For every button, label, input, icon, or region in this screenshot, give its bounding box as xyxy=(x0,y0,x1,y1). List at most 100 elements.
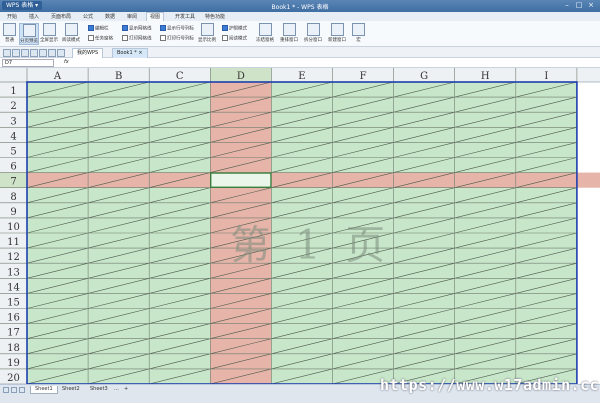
highlight-row xyxy=(27,172,600,188)
close-tab-icon[interactable]: × xyxy=(138,50,142,56)
maximize-button[interactable]: □ xyxy=(574,1,584,10)
checkbox-icon xyxy=(122,25,128,31)
dropdown-icon[interactable] xyxy=(57,49,65,57)
checkbox-icon xyxy=(88,35,94,41)
column-header-C: C xyxy=(176,71,184,82)
new-window-icon xyxy=(330,23,344,36)
undo-icon[interactable] xyxy=(39,49,47,57)
page-break-preview-button[interactable]: 分页预览 xyxy=(19,23,39,45)
row-header-14: 14 xyxy=(7,282,20,293)
row-header-16: 16 xyxy=(7,313,20,324)
row-header-17: 17 xyxy=(7,328,20,339)
outside-print-area xyxy=(576,82,600,384)
tab-developer[interactable]: 开发工具 xyxy=(172,13,198,21)
arrange-window-button[interactable]: 重排窗口 xyxy=(280,23,298,43)
new-window-button[interactable]: 新建窗口 xyxy=(328,23,346,43)
tab-formula[interactable]: 公式 xyxy=(80,13,96,21)
add-sheet-button[interactable]: + xyxy=(120,386,132,393)
new-file-icon[interactable] xyxy=(3,49,11,57)
column-header-B: B xyxy=(115,71,122,82)
check-reading-mode[interactable]: 阅读模式 xyxy=(222,35,247,42)
row-header-10: 10 xyxy=(7,222,20,233)
spreadsheet-grid[interactable]: A B C D E F G H I1234567891011121314151617181920… xyxy=(0,68,600,384)
name-box[interactable]: D7 xyxy=(2,59,54,67)
row-header-19: 19 xyxy=(7,358,20,369)
checkbox-icon xyxy=(88,25,94,31)
column-header-G: G xyxy=(420,71,428,82)
zoom-button[interactable]: 显示比例 xyxy=(198,23,216,43)
check-eye-care[interactable]: 护眼模式 xyxy=(222,25,247,32)
row-header-1: 1 xyxy=(10,86,16,97)
close-button[interactable]: × xyxy=(586,1,596,10)
checkbox-icon xyxy=(122,35,128,41)
reading-mode-icon xyxy=(64,23,78,36)
column-header-F: F xyxy=(360,71,367,82)
tab-page-layout[interactable]: 页面布局 xyxy=(48,13,74,21)
first-sheet-icon[interactable] xyxy=(3,387,9,393)
check-print-headers[interactable]: 打印行号列标 xyxy=(160,35,194,42)
formula-bar: D7 fx xyxy=(0,58,600,68)
redo-icon[interactable] xyxy=(48,49,56,57)
quick-access-bar: 我的WPS Book1 * × xyxy=(0,47,600,58)
column-header-A: A xyxy=(53,71,62,82)
tab-insert[interactable]: 插入 xyxy=(26,13,42,21)
row-header-5: 5 xyxy=(10,147,16,158)
row-header-3: 3 xyxy=(10,116,16,127)
minimize-button[interactable]: – xyxy=(562,1,572,10)
macro-icon xyxy=(352,23,365,36)
check-task-pane[interactable]: 任务窗格 xyxy=(88,35,113,42)
check-formula-bar[interactable]: 编辑栏 xyxy=(88,25,109,32)
macro-button[interactable]: 宏 xyxy=(352,23,365,43)
column-header-I: I xyxy=(544,71,548,82)
print-icon[interactable] xyxy=(30,49,38,57)
spreadsheet-area[interactable]: A B C D E F G H I 1 2 3 4 5 6 7 8 9 10 11 12 13 14 15 16 17 18 19 20… xyxy=(0,68,600,384)
fullscreen-button[interactable]: 全屏显示 xyxy=(40,23,58,43)
next-sheet-icon[interactable] xyxy=(19,387,25,393)
row-header-18: 18 xyxy=(7,343,20,354)
column-header-D: D xyxy=(237,71,245,82)
tab-data[interactable]: 数据 xyxy=(102,13,118,21)
checkbox-icon xyxy=(160,35,166,41)
sheet-tab-3[interactable]: Sheet3 xyxy=(86,386,112,393)
row-header-11: 11 xyxy=(7,237,20,248)
row-header-6: 6 xyxy=(10,162,16,173)
freeze-panes-icon xyxy=(258,23,272,36)
check-show-headers[interactable]: 显示行号列标 xyxy=(160,25,194,32)
window-title: Book1 * - WPS 表格 xyxy=(271,4,329,11)
column-header-E: E xyxy=(298,71,305,82)
row-header-4: 4 xyxy=(10,131,16,142)
split-window-button[interactable]: 拆分窗口 xyxy=(304,23,322,43)
normal-view-button[interactable]: 普通 xyxy=(3,23,16,43)
fx-icon[interactable]: fx xyxy=(64,59,69,65)
sheet-tab-2[interactable]: Sheet2 xyxy=(58,386,84,393)
row-header-9: 9 xyxy=(10,207,16,218)
column-header-H: H xyxy=(481,71,490,82)
checkbox-icon xyxy=(160,25,166,31)
tab-review[interactable]: 审阅 xyxy=(124,13,140,21)
freeze-panes-button[interactable]: 冻结窗格 xyxy=(256,23,274,43)
row-header-8: 8 xyxy=(10,192,16,203)
reading-mode-button[interactable]: 阅读模式 xyxy=(62,23,80,43)
save-icon[interactable] xyxy=(21,49,29,57)
open-file-icon[interactable] xyxy=(12,49,20,57)
doc-tab-my-wps[interactable]: 我的WPS xyxy=(72,48,104,58)
split-window-icon xyxy=(306,23,320,36)
normal-view-icon xyxy=(3,23,16,36)
tab-special[interactable]: 特色功能 xyxy=(202,13,228,21)
checkbox-icon xyxy=(222,35,228,41)
row-header-20: 20 xyxy=(7,373,20,384)
check-show-gridlines[interactable]: 显示网格线 xyxy=(122,25,152,32)
tab-start[interactable]: 开始 xyxy=(4,13,20,21)
title-bar: WPS 表格 ▾ Book1 * - WPS 表格 – □ × xyxy=(0,0,600,12)
row-header-13: 13 xyxy=(7,267,20,278)
check-print-gridlines[interactable]: 打印网格线 xyxy=(122,35,152,42)
watermark-text: https://www.w17admin.cc xyxy=(380,376,600,394)
doc-tab-book1[interactable]: Book1 * × xyxy=(112,48,148,58)
zoom-icon xyxy=(200,23,214,36)
row-header-7: 7 xyxy=(10,177,16,188)
checkbox-icon xyxy=(222,25,228,31)
prev-sheet-icon[interactable] xyxy=(11,387,17,393)
fullscreen-icon xyxy=(42,23,56,36)
row-header-15: 15 xyxy=(7,298,20,309)
sheet-tab-1[interactable]: Sheet1 xyxy=(30,386,58,394)
